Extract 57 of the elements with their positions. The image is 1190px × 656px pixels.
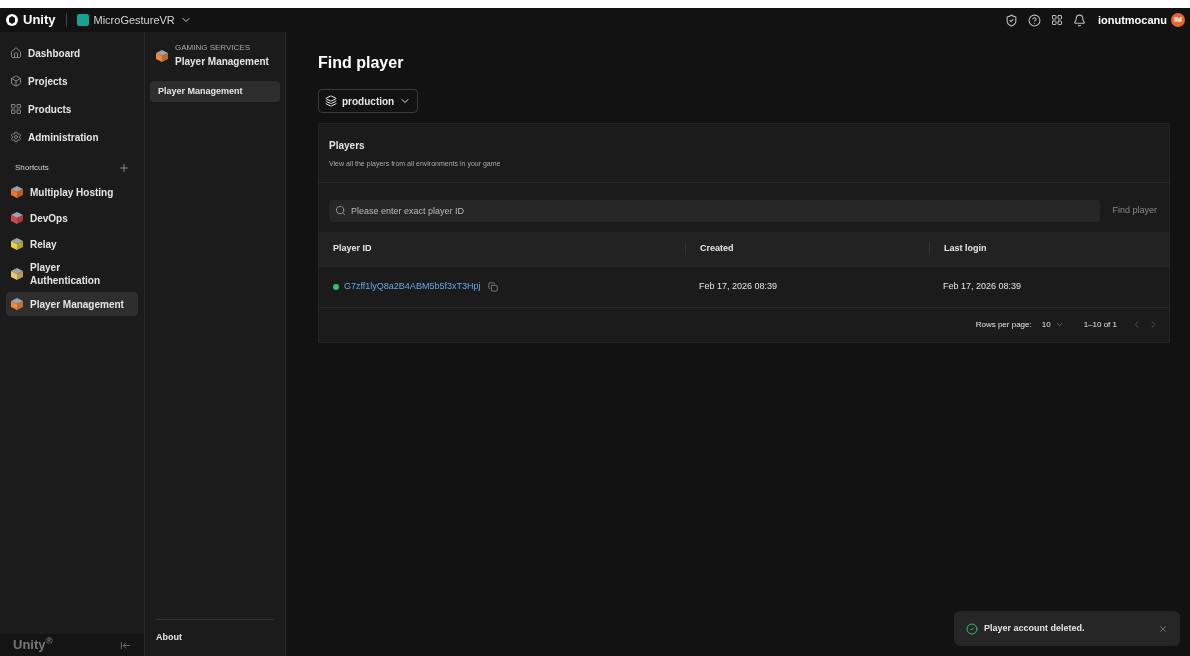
close-icon[interactable] — [1158, 623, 1168, 634]
brand-name: Unity — [23, 11, 56, 30]
rows-per-page-label: Rows per page: — [975, 318, 1032, 331]
copy-icon[interactable] — [488, 281, 499, 292]
shield-icon[interactable] — [1004, 13, 1018, 27]
environment-selector[interactable]: production — [318, 89, 419, 113]
cube-icon — [10, 297, 24, 311]
success-icon — [966, 622, 978, 635]
rows-per-page-select[interactable]: 10 — [1041, 318, 1064, 331]
gear-icon — [10, 131, 22, 143]
cube-icon — [10, 237, 24, 251]
sidebar-item[interactable]: Dashboard — [6, 40, 138, 66]
subnav-item[interactable]: Player Management — [150, 81, 280, 102]
sidebar-item[interactable]: Projects — [6, 68, 138, 94]
sidebar-item[interactable]: Products — [6, 96, 138, 122]
cube-icon — [10, 185, 24, 199]
layers-icon — [325, 95, 337, 107]
about-link[interactable]: About — [150, 620, 280, 656]
shortcut-item[interactable]: Player Management — [6, 292, 138, 316]
shortcut-item[interactable]: Multiplay Hosting — [6, 180, 138, 204]
add-icon[interactable] — [118, 162, 130, 174]
card-title: Players — [329, 139, 366, 153]
page-title: Find player — [318, 53, 405, 73]
grid-icon — [10, 103, 22, 115]
table-cell-text: Feb 17, 2026 08:39 — [942, 279, 1023, 293]
cube-icon — [155, 48, 169, 63]
column-header: Last login — [929, 241, 1169, 256]
toast-message: Player account deleted. — [984, 621, 1086, 635]
subnav-title: Player Management — [175, 55, 269, 69]
shortcut-item[interactable]: Player Authentication — [6, 258, 138, 290]
help-icon[interactable] — [1027, 13, 1041, 27]
shortcut-item[interactable]: Relay — [6, 232, 138, 256]
page-range: 1–10 of 1 — [1083, 318, 1117, 331]
apps-icon[interactable] — [1050, 14, 1063, 26]
column-header: Player ID — [332, 241, 373, 255]
section-title: Shortcuts — [15, 162, 49, 174]
collapse-icon[interactable] — [120, 639, 131, 651]
cube-icon — [10, 211, 24, 225]
user-name[interactable]: ionutmocanu — [1097, 11, 1167, 29]
table-cell-text: Feb 17, 2026 08:39 — [698, 279, 779, 293]
footer-logo: Unity$^{®}$ — [13, 635, 53, 655]
find-player-button[interactable]: Find player — [1110, 203, 1159, 218]
player-id-link[interactable]: G7zff1lyQ8a2B4ABM5b5f3xT3Hpj — [344, 279, 481, 294]
search-icon — [335, 205, 346, 216]
shortcut-item[interactable]: DevOps — [6, 206, 138, 230]
column-header: Created — [685, 241, 929, 256]
project-selector[interactable]: MicroGestureVR — [76, 11, 192, 29]
project-icon — [76, 14, 89, 26]
home-icon — [10, 47, 22, 59]
cube-icon — [10, 75, 22, 87]
logo-icon — [5, 13, 19, 27]
category-label: GAMING SERVICES — [175, 42, 251, 54]
sidebar-item[interactable]: Administration — [6, 124, 138, 150]
bell-icon[interactable] — [1072, 13, 1086, 27]
search-field[interactable]: Please enter exact player ID — [329, 199, 1101, 222]
caret-icon — [1054, 320, 1064, 329]
cube-icon — [10, 267, 24, 281]
